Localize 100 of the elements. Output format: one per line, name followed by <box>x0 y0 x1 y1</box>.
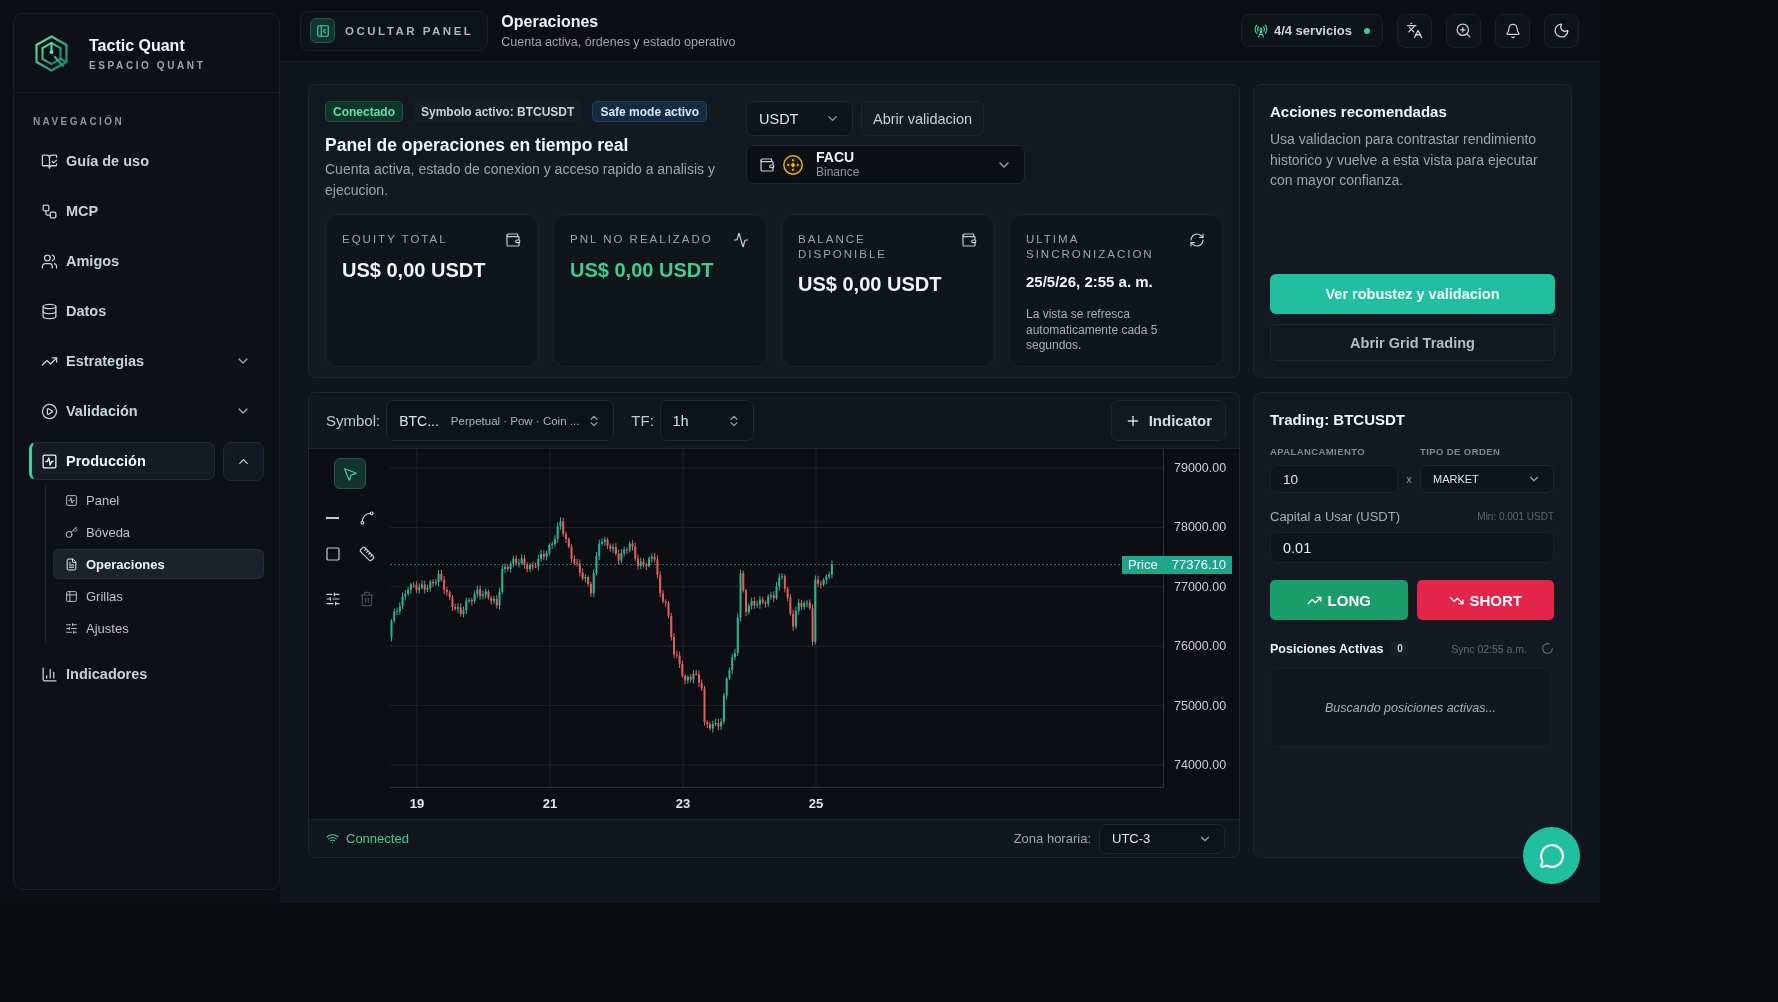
table-icon <box>65 589 78 603</box>
order-type-select[interactable]: MARKET <box>1420 465 1554 493</box>
symbol-select[interactable]: BTC... Perpetual · Pow · Coin ... <box>386 400 615 441</box>
nav-item[interactable]: Validación <box>29 392 264 430</box>
sync-time: Sync 02:55 a.m. <box>1451 642 1527 655</box>
price-axis-label: 74000.00 <box>1174 756 1227 773</box>
play-circle-icon <box>41 402 58 420</box>
panel-left-icon <box>310 18 335 43</box>
date-axis-label: 25 <box>807 796 825 811</box>
price-axis-label: 78000.00 <box>1174 519 1227 536</box>
wifi-icon <box>326 832 339 845</box>
panel-description: Cuenta activa, estado de conexion y acceso rapido a analisis y ejecucion. <box>325 160 716 200</box>
services-status-button[interactable]: 4/4 servicios <box>1240 14 1383 47</box>
zoom-in-icon <box>1455 22 1472 39</box>
open-validation-button[interactable]: Abrir validacion <box>861 101 985 136</box>
leverage-label: APALANCAMIENTO <box>1270 446 1365 458</box>
price-tag-value: 77376.10 <box>1171 557 1226 572</box>
stat-label: BALANCE DISPONIBLE <box>798 232 889 262</box>
nav-item[interactable]: Estrategias <box>29 342 264 380</box>
status-badge: Safe mode activo <box>592 101 708 122</box>
positions-empty-state: Buscando posiciones activas... <box>1270 668 1551 747</box>
price-axis-label: 77000.00 <box>1174 578 1227 595</box>
nav-subitem[interactable]: Panel <box>53 485 264 515</box>
recommendations-text: Usa validacion para contrastar rendimiento historico y vuelve a esta vista para ejecutar con mayor confianza. <box>1270 130 1539 190</box>
translate-button[interactable] <box>1397 13 1432 48</box>
zoom-in-button[interactable] <box>1446 13 1481 48</box>
connection-status: Connected <box>346 831 409 846</box>
hide-panel-button[interactable]: OCULTAR PANEL <box>300 10 489 51</box>
multiplier-sign: x <box>1406 473 1412 485</box>
nav-subitem[interactable]: Operaciones <box>53 549 264 579</box>
refresh-icon <box>1189 232 1205 248</box>
hexagon-logo-icon <box>33 34 70 72</box>
moon-icon <box>1553 22 1570 39</box>
key-icon <box>65 525 78 539</box>
users-icon <box>41 252 58 270</box>
book-icon <box>41 152 58 170</box>
stat-value: US$ 0,00 USDT <box>798 272 942 296</box>
theme-toggle-button[interactable] <box>1544 13 1579 48</box>
coin-icon <box>783 154 803 175</box>
nav-section-title: NAVEGACIÓN <box>33 116 125 128</box>
bell-icon <box>1504 22 1521 39</box>
page-title: Operaciones <box>501 12 599 31</box>
capital-input[interactable]: 0.01 <box>1270 532 1554 563</box>
positions-title: Posiciones Activas <box>1270 641 1384 656</box>
document-icon <box>65 557 78 571</box>
stat-value: 25/5/26, 2:55 a. m. <box>1026 272 1153 291</box>
nav-item[interactable]: Guía de uso <box>29 142 264 180</box>
brand-tagline: ESPACIO QUANT <box>89 59 206 71</box>
nav-subitem[interactable]: Ajustes <box>53 613 264 643</box>
nav-subitem[interactable]: Bóveda <box>53 517 264 547</box>
bar-chart-icon <box>41 665 58 683</box>
wallet-icon <box>961 232 977 248</box>
order-type-label: TIPO DE ORDEN <box>1420 446 1501 458</box>
nav-subitem[interactable]: Grillas <box>53 581 264 611</box>
square-icon <box>324 546 341 562</box>
wallet-icon <box>759 156 775 173</box>
price-axis-label: 75000.00 <box>1174 697 1227 714</box>
account-select[interactable]: FACU Binance <box>746 145 1025 184</box>
page-subtitle: Cuenta activa, órdenes y estado operativo <box>501 35 736 49</box>
capital-minimum: Min: 0.001 USDT <box>1477 511 1554 522</box>
timeframe-select[interactable]: 1h <box>659 400 754 441</box>
nav-item[interactable]: Datos <box>29 292 264 330</box>
notifications-button[interactable] <box>1495 13 1530 48</box>
stat-note: La vista se refresca automaticamente cada 5 segundos. <box>1026 307 1159 354</box>
positions-count: 0 <box>1391 641 1409 656</box>
panel-title: Panel de operaciones en tiempo real <box>325 134 629 156</box>
timeframe-label: TF: <box>631 412 654 429</box>
add-indicator-button[interactable]: Indicator <box>1110 400 1226 441</box>
nav-item[interactable]: Producción <box>29 442 215 480</box>
translate-icon <box>1406 22 1423 39</box>
spinner-icon <box>1541 642 1554 655</box>
symbol-label: Symbol: <box>326 412 381 429</box>
chat-button[interactable] <box>1523 827 1580 884</box>
price-tag-label: Price <box>1128 557 1158 572</box>
stat-value: US$ 0,00 USDT <box>570 258 714 282</box>
nav-item[interactable]: Amigos <box>29 242 264 280</box>
wallet-icon <box>505 232 521 248</box>
status-badge: Conectado <box>325 101 403 122</box>
stat-label: ULTIMA SINCRONIZACION <box>1026 232 1155 262</box>
currency-select[interactable]: USDT <box>746 101 853 136</box>
date-axis-label: 23 <box>674 796 692 811</box>
stat-label: PNL NO REALIZADO <box>570 232 713 247</box>
nav-item[interactable]: MCP <box>29 192 264 230</box>
nav-item[interactable]: Indicadores <box>29 655 264 693</box>
short-button[interactable]: SHORT <box>1416 580 1554 620</box>
timezone-select[interactable]: UTC-3 <box>1099 823 1225 854</box>
capital-label: Capital a Usar (USDT) <box>1270 509 1401 524</box>
pulse-icon <box>733 232 749 248</box>
timezone-label: Zona horaria: <box>1013 831 1091 846</box>
date-axis-label: 19 <box>408 796 426 811</box>
brand-name: Tactic Quant <box>89 35 185 55</box>
status-badge: Symbolo activo: BTCUSDT <box>413 101 583 122</box>
sliders-icon <box>65 621 78 635</box>
grid-trading-button[interactable]: Abrir Grid Trading <box>1270 324 1555 361</box>
spline-icon <box>358 510 375 526</box>
chat-bubble-icon <box>1538 842 1565 869</box>
select-tool-button[interactable] <box>333 458 366 489</box>
stat-value: US$ 0,00 USDT <box>342 258 486 282</box>
price-axis-label: 76000.00 <box>1174 638 1227 655</box>
leverage-input[interactable]: 10 <box>1270 465 1398 493</box>
